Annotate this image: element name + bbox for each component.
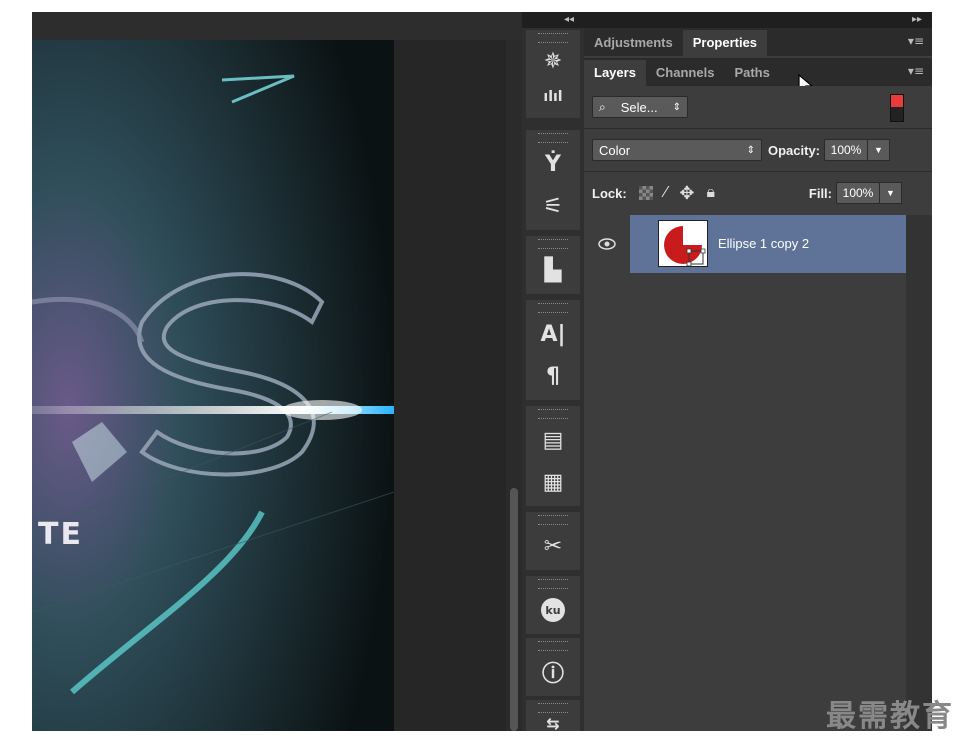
dock-group: ku: [526, 576, 580, 634]
history-icon[interactable]: ⇆: [526, 713, 580, 733]
dock-grip[interactable]: [538, 409, 568, 419]
chevron-updown-icon: ⇕: [672, 101, 681, 113]
layer-filter-row: ⌕ Sele... ⇕: [584, 86, 932, 128]
tab-layers[interactable]: Layers: [584, 60, 646, 86]
dock-group: ▙: [526, 236, 580, 294]
lock-fill-row: Lock: ⁄ ✥ 🔒︎ Fill: 100% ▼: [584, 172, 932, 214]
canvas-vertical-scrollbar[interactable]: [506, 40, 522, 731]
layer-row[interactable]: Ellipse 1 copy 2: [584, 215, 906, 273]
info-icon[interactable]: ⓘ: [526, 651, 580, 693]
blend-mode-select[interactable]: Color ⇕: [592, 139, 762, 161]
layers-tab-bar: Layers Channels Paths ▾≡: [584, 58, 932, 95]
adjustments-tab-bar: Adjustments Properties ▾≡: [584, 28, 932, 56]
layers-scrollbar[interactable]: [906, 215, 932, 731]
dock-group: ⓘ: [526, 638, 580, 696]
filter-toggle-switch[interactable]: [890, 94, 904, 122]
lock-transparent-pixels-icon[interactable]: [638, 186, 653, 200]
dock-group: ✵ ılıl: [526, 30, 580, 118]
fill-dropdown-button[interactable]: ▼: [880, 182, 902, 204]
dock-grip[interactable]: [538, 703, 568, 713]
panel-icon-dock: ◂◂ ✵ ılıl Ẏ ⚟ ▙ A| ¶ ▤ ▦ ✂ ku ⓘ ⇆: [522, 12, 584, 733]
dock-grip[interactable]: [538, 515, 568, 525]
layers-menu-icon[interactable]: ▾≡: [908, 64, 924, 78]
scrollbar-thumb[interactable]: [510, 488, 518, 731]
tab-channels[interactable]: Channels: [646, 60, 725, 86]
dock-group: Ẏ ⚟: [526, 130, 580, 230]
ellipse-thumbnail-graphic: [664, 226, 706, 266]
properties-layers-panel: ▸▸ Adjustments Properties ▾≡ Layers Chan…: [584, 12, 932, 731]
paragraph-icon[interactable]: ¶: [526, 355, 580, 397]
brush-presets-icon[interactable]: Ẏ: [526, 143, 580, 185]
tab-properties[interactable]: Properties: [682, 30, 768, 56]
dock-grip[interactable]: [538, 239, 568, 249]
dock-collapse-button[interactable]: ◂◂: [522, 12, 584, 28]
layer-filter-select[interactable]: ⌕ Sele... ⇕: [592, 96, 688, 118]
navigator-icon[interactable]: ✵: [526, 43, 580, 79]
dock-group: ✂: [526, 512, 580, 570]
layer-thumbnail[interactable]: [658, 220, 708, 267]
dock-grip[interactable]: [538, 579, 568, 589]
dock-group: ⇆: [526, 700, 580, 733]
filter-toggle-indicator: [891, 95, 903, 107]
dock-grip[interactable]: [538, 641, 568, 651]
tools-icon[interactable]: ✂: [526, 525, 580, 567]
lock-image-pixels-icon[interactable]: ⁄: [665, 184, 668, 202]
search-icon: ⌕: [599, 99, 606, 114]
kuler-icon[interactable]: ku: [526, 589, 580, 631]
artwork-graphic: [32, 12, 394, 731]
blend-opacity-row: Color ⇕ Opacity: 100% ▼: [584, 129, 932, 171]
fill-label: Fill:: [808, 185, 832, 201]
lock-all-icon[interactable]: 🔒︎: [706, 184, 715, 202]
dock-grip[interactable]: [538, 303, 568, 313]
opacity-label: Opacity:: [768, 142, 821, 158]
dock-group: ▤ ▦: [526, 406, 580, 506]
opacity-input[interactable]: 100%: [824, 139, 869, 161]
panel-expand-button[interactable]: ▸▸: [584, 12, 932, 28]
tool-presets-icon[interactable]: ⚟: [526, 185, 580, 227]
tab-paths[interactable]: Paths: [724, 60, 779, 86]
lock-position-icon[interactable]: ✥: [679, 183, 694, 204]
paragraph-styles-icon[interactable]: ▦: [526, 461, 580, 503]
tab-adjustments[interactable]: Adjustments: [584, 30, 683, 56]
dock-grip[interactable]: [538, 133, 568, 143]
eye-icon[interactable]: [584, 215, 630, 273]
character-styles-icon[interactable]: ▤: [526, 419, 580, 461]
panel-menu-icon[interactable]: ▾≡: [908, 34, 924, 48]
canvas-pasteboard: [394, 40, 506, 731]
opacity-dropdown-button[interactable]: ▼: [868, 139, 891, 161]
visibility-eye-graphic: [598, 238, 616, 250]
character-icon[interactable]: A|: [526, 313, 580, 355]
watermark-text: 最需教育: [826, 699, 954, 734]
chevron-updown-icon: ⇕: [746, 144, 755, 156]
artwork-text: TE: [38, 517, 83, 552]
dock-group: A| ¶: [526, 300, 580, 400]
lock-label: Lock:: [592, 185, 627, 201]
document-canvas[interactable]: TE: [32, 12, 394, 731]
fill-input[interactable]: 100%: [836, 182, 880, 204]
clone-source-icon[interactable]: ▙: [526, 249, 580, 291]
document-tab-bar: [32, 12, 522, 40]
layer-name[interactable]: Ellipse 1 copy 2: [718, 215, 809, 273]
dock-grip[interactable]: [538, 33, 568, 43]
histogram-icon[interactable]: ılıl: [526, 79, 580, 115]
